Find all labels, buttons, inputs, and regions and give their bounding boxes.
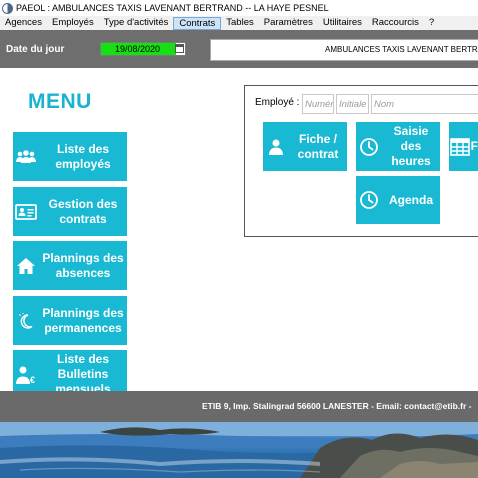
company-name: AMBULANCES TAXIS LAVENANT BERTRAND [210,39,478,61]
menu-utilitaires[interactable]: Utilitaires [318,17,367,30]
menu-contrats[interactable]: Contrats [173,16,222,30]
menu-raccourcis[interactable]: Raccourcis [367,17,424,30]
employees-list-label: Liste des employés [55,141,111,171]
hours-entry-label: Saisie des heures [391,124,431,168]
footer-bar: ETIB 9, Imp. Stalingrad 56600 LANESTER -… [0,391,478,422]
contracts-management-label: Gestion des contrats [48,196,118,226]
hours-entry-button[interactable]: Saisie des heures [356,122,440,171]
header-bar: Date du jour 19/08/2020 AMBULANCES TAXIS… [0,30,478,68]
user-euro-icon: € [13,365,39,385]
svg-text:€: € [30,375,35,385]
menu-parametres[interactable]: Paramètres [259,17,318,30]
employee-number-input[interactable] [302,94,334,114]
agenda-button[interactable]: Agenda [356,176,440,224]
menu-type-activites[interactable]: Type d'activités [99,17,174,30]
user-icon [263,138,289,156]
permanences-planning-label: Plannings des permanences [42,305,124,335]
footer-contact: ETIB 9, Imp. Stalingrad 56600 LANESTER -… [202,401,472,411]
agenda-label: Agenda [388,192,433,207]
coastal-landscape-image [0,422,478,478]
menu-agences[interactable]: Agences [0,17,47,30]
table-button-label: F [470,139,478,153]
table-icon [449,137,471,156]
menu-tables[interactable]: Tables [221,17,258,30]
calendar-icon[interactable] [175,44,184,53]
clock-icon [356,137,382,157]
date-value: 19/08/2020 [115,44,161,54]
employees-list-button[interactable]: Liste des employés [13,132,127,181]
menu-bar: Agences Employés Type d'activités Contra… [0,16,478,30]
menu-title: MENU [28,90,92,113]
table-button[interactable]: F [449,122,478,171]
employee-label: Employé : [255,97,300,108]
date-field[interactable]: 19/08/2020 [100,42,186,56]
moon-icon [13,312,39,330]
window-titlebar: PAEOL : AMBULANCES TAXIS LAVENANT BERTRA… [0,0,478,16]
app-icon [2,2,13,14]
home-icon [13,257,39,275]
users-icon [13,149,39,165]
absences-planning-button[interactable]: Plannings des absences [13,241,127,290]
employee-name-input[interactable] [371,94,478,114]
menu-help[interactable]: ? [424,17,439,30]
menu-employes[interactable]: Employés [47,17,99,30]
permanences-planning-button[interactable]: Plannings des permanences [13,296,127,345]
employee-initials-input[interactable] [336,94,369,114]
employee-contract-button[interactable]: Fiche / contrat [263,122,347,171]
clock-icon [356,190,382,210]
id-card-icon [13,203,39,220]
date-label: Date du jour [6,44,65,55]
employee-contract-label: Fiche / contrat [297,131,339,161]
absences-planning-label: Plannings des absences [42,250,124,280]
window-title: PAEOL : AMBULANCES TAXIS LAVENANT BERTRA… [16,3,329,13]
contracts-management-button[interactable]: Gestion des contrats [13,187,127,236]
